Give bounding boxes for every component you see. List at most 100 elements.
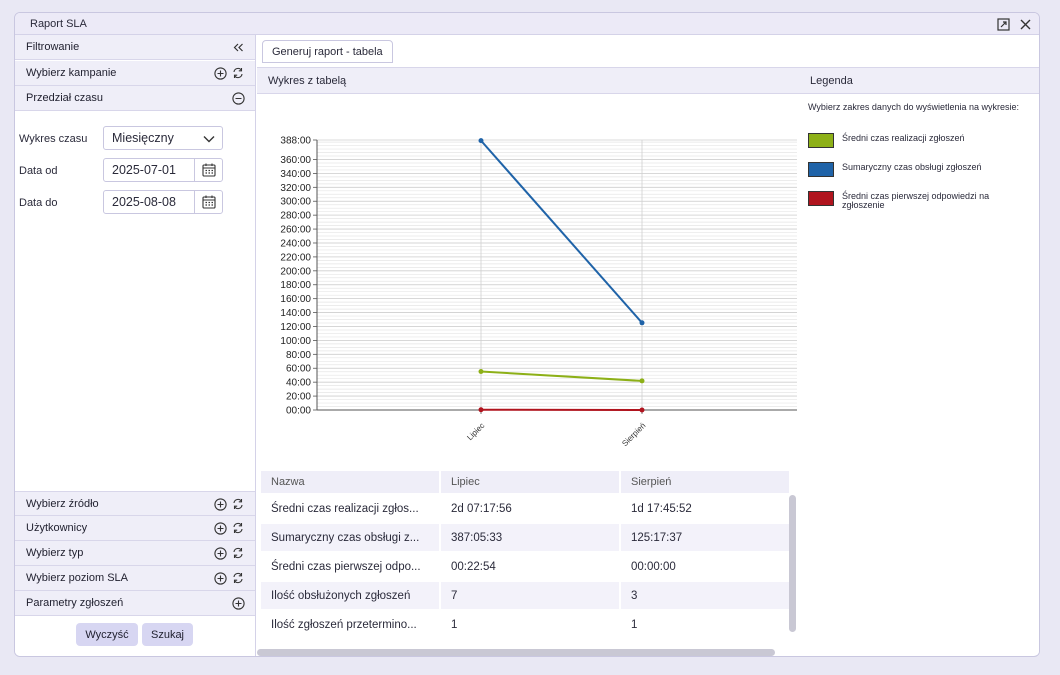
chart-panel-header: Wykres z tabelą (257, 68, 799, 94)
time-range-section[interactable]: Przedział czasu (15, 86, 255, 111)
y-tick-label: 120:00 (280, 322, 311, 333)
title-bar: Raport SLA (15, 13, 1039, 35)
add-icon[interactable] (213, 497, 227, 511)
legend-swatch (808, 133, 834, 148)
sla-level-label: Wybierz poziom SLA (26, 572, 128, 584)
table-row[interactable]: Ilość obsłużonych zgłoszeń 7 3 (261, 582, 789, 609)
refresh-icon[interactable] (231, 497, 245, 511)
table-row[interactable]: Ilość zgłoszeń przetermino... 1 1 (261, 611, 789, 638)
horizontal-scrollbar[interactable] (257, 649, 775, 656)
x-tick-label: Lipiec (465, 421, 486, 442)
refresh-icon[interactable] (231, 571, 245, 585)
series-point (478, 369, 484, 375)
y-tick-label: 320:00 (280, 183, 311, 194)
data-table-container[interactable]: Nazwa Lipiec Sierpień Średni czas realiz… (259, 469, 797, 655)
date-from-field[interactable]: 2025-07-01 (103, 158, 223, 182)
column-header-july[interactable]: Lipiec (441, 471, 619, 493)
x-tick-label: Sierpień (620, 421, 647, 448)
calendar-icon[interactable] (194, 191, 222, 213)
collapse-icon[interactable] (231, 91, 245, 105)
legend-item-avg-realization[interactable]: Średni czas realizacji zgłoszeń (808, 133, 1012, 148)
date-from-value: 2025-07-01 (112, 163, 176, 177)
clear-button[interactable]: Wyczyść (76, 623, 138, 646)
type-section[interactable]: Wybierz typ (15, 541, 255, 566)
chart-panel-title: Wykres z tabelą (268, 74, 347, 87)
table-cell: 1 (621, 611, 789, 638)
chart-time-label: Wykres czasu (19, 133, 88, 145)
params-section[interactable]: Parametry zgłoszeń (15, 591, 255, 616)
window-title: Raport SLA (30, 17, 87, 30)
table-cell: 1 (441, 611, 619, 638)
y-tick-label: 280:00 (280, 211, 311, 222)
table-cell: 7 (441, 582, 619, 609)
open-external-icon[interactable] (995, 16, 1011, 32)
search-button[interactable]: Szukaj (142, 623, 193, 646)
refresh-icon[interactable] (231, 521, 245, 535)
y-tick-label: 140:00 (280, 308, 311, 319)
table-cell: Ilość zgłoszeń przetermino... (261, 611, 439, 638)
table-cell: Średni czas realizacji zgłos... (261, 495, 439, 522)
column-header-name[interactable]: Nazwa (261, 471, 439, 493)
sla-level-section[interactable]: Wybierz poziom SLA (15, 566, 255, 591)
type-label: Wybierz typ (26, 547, 84, 559)
y-tick-label: 300:00 (280, 197, 311, 208)
y-tick-label: 160:00 (280, 294, 311, 305)
data-table: Nazwa Lipiec Sierpień Średni czas realiz… (259, 469, 791, 640)
vertical-scrollbar[interactable] (789, 495, 796, 632)
chevron-down-icon (203, 132, 215, 146)
source-label: Wybierz źródło (26, 497, 99, 510)
y-tick-label: 240:00 (280, 238, 311, 249)
date-to-value: 2025-08-08 (112, 195, 176, 209)
legend-label: Średni czas pierwszej odpowiedzi na zgło… (842, 191, 990, 210)
series-point (478, 407, 484, 413)
filter-title: Filtrowanie (26, 41, 80, 53)
chart-time-select[interactable]: Miesięczny (103, 126, 223, 150)
y-tick-label: 100:00 (280, 336, 311, 347)
legend-item-first-response[interactable]: Średni czas pierwszej odpowiedzi na zgło… (808, 191, 1012, 210)
table-cell: 00:00:00 (621, 553, 789, 580)
y-tick-label: 60:00 (286, 364, 311, 375)
collapse-left-icon[interactable] (231, 40, 245, 54)
add-icon[interactable] (213, 66, 227, 80)
users-section[interactable]: Użytkownicy (15, 516, 255, 541)
refresh-icon[interactable] (231, 546, 245, 560)
y-tick-label: 388:00 (280, 136, 311, 147)
refresh-icon[interactable] (231, 66, 245, 80)
series-line (480, 370, 643, 382)
y-tick-label: 20:00 (286, 392, 311, 403)
table-cell: 125:17:37 (621, 524, 789, 551)
table-row[interactable]: Średni czas realizacji zgłos... 2d 07:17… (261, 495, 789, 522)
y-tick-label: 260:00 (280, 225, 311, 236)
table-row[interactable]: Średni czas pierwszej odpo... 00:22:54 0… (261, 553, 789, 580)
y-tick-label: 40:00 (286, 378, 311, 389)
y-tick-label: 80:00 (286, 350, 311, 361)
y-tick-label: 180:00 (280, 280, 311, 291)
source-section[interactable]: Wybierz źródło (15, 491, 255, 516)
add-icon[interactable] (231, 596, 245, 610)
table-cell: 1d 17:45:52 (621, 495, 789, 522)
campaign-section[interactable]: Wybierz kampanie (15, 61, 255, 86)
table-cell: 00:22:54 (441, 553, 619, 580)
legend-header: Legenda (799, 68, 1039, 94)
y-tick-label: 200:00 (280, 266, 311, 277)
calendar-icon[interactable] (194, 159, 222, 181)
date-to-field[interactable]: 2025-08-08 (103, 190, 223, 214)
add-icon[interactable] (213, 521, 227, 535)
series-point (639, 378, 645, 384)
y-tick-label: 00:00 (286, 406, 311, 417)
line-chart: 00:00 20:00 40:00 60:00 80:00 100:00 120:00 140… (280, 136, 797, 448)
close-icon[interactable] (1017, 16, 1033, 32)
add-icon[interactable] (213, 571, 227, 585)
params-label: Parametry zgłoszeń (26, 597, 124, 609)
chart-area: 00:00 20:00 40:00 60:00 80:00 100:00 120:00 140… (257, 95, 798, 471)
legend-swatch (808, 191, 834, 206)
tabs-bar: Generuj raport - tabela (257, 35, 1039, 68)
tab-generate-report-table[interactable]: Generuj raport - tabela (262, 40, 393, 63)
table-row[interactable]: Sumaryczny czas obsługi z... 387:05:33 1… (261, 524, 789, 551)
y-tick-label: 340:00 (280, 169, 311, 180)
date-to-label: Data do (19, 197, 58, 209)
add-icon[interactable] (213, 546, 227, 560)
sla-report-window: Raport SLA Filtrowanie Wybierz kampanie (14, 12, 1040, 657)
column-header-august[interactable]: Sierpień (621, 471, 789, 493)
legend-item-total-handling[interactable]: Sumaryczny czas obsługi zgłoszeń (808, 162, 1012, 177)
